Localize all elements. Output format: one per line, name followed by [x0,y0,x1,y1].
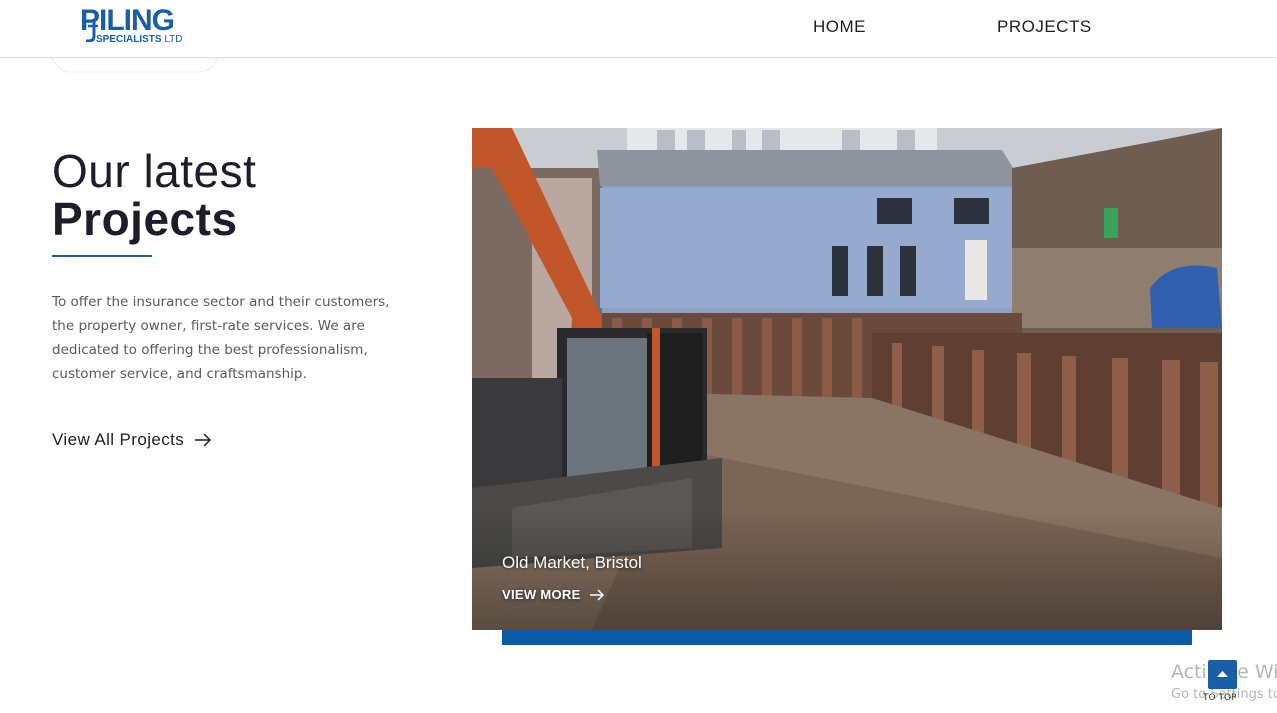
logo-subtitle: SPECIALISTS LTD [96,34,183,46]
arrow-right-icon [195,433,212,447]
view-all-projects-label: View All Projects [52,430,185,449]
site-header: PILING SPECIALISTS LTD HOME PROJECTS [0,0,1277,58]
logo-sub-text: SPECIALISTS [96,34,162,45]
back-to-top-label: TO TOP [1203,693,1237,703]
title-underline [52,255,152,257]
view-more-link[interactable]: VIEW MORE [502,587,605,602]
card-accent-bar [502,630,1192,645]
project-title: Old Market, Bristol [502,553,642,572]
site-logo[interactable]: PILING SPECIALISTS LTD [78,5,196,49]
caret-up-icon [1217,671,1228,677]
view-all-projects-link[interactable]: View All Projects [52,430,212,450]
logo-ltd-text: LTD [164,34,183,45]
nav-home-link[interactable]: HOME [813,17,866,37]
intro-paragraph: To offer the insurance sector and their … [52,294,390,382]
view-more-label: VIEW MORE [502,587,581,602]
nav-projects-link[interactable]: PROJECTS [997,17,1092,37]
section-title-bold: Projects [52,193,238,245]
project-card[interactable]: Old Market, Bristol VIEW MORE [472,128,1222,630]
arrow-right-icon [589,588,604,601]
header-notch-shape [51,58,219,73]
section-title-light: Our latest [52,145,257,197]
back-to-top-button[interactable] [1208,660,1237,689]
